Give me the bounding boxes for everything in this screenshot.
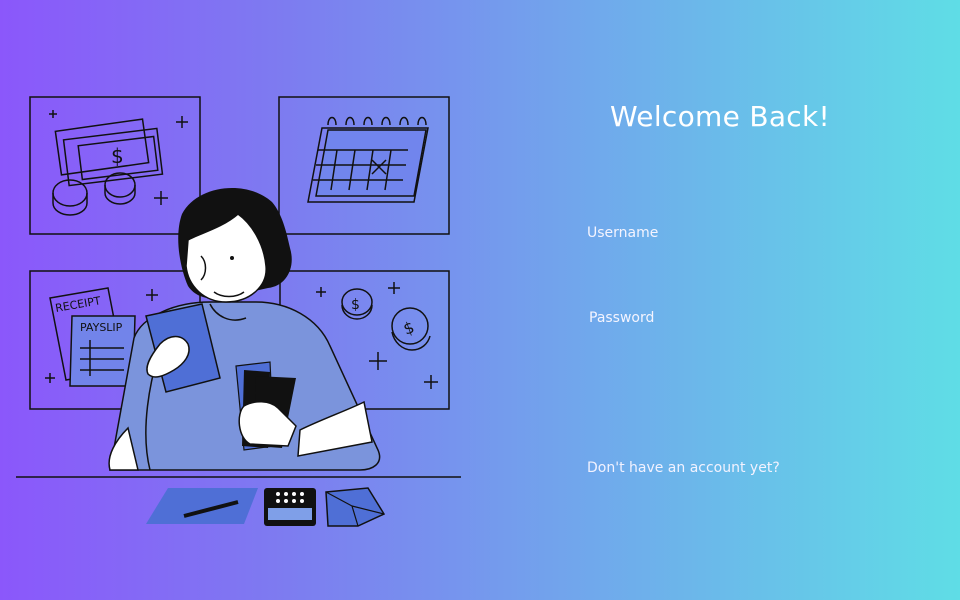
person <box>108 188 381 471</box>
money-panel: $ <box>29 96 201 235</box>
welcome-title: Welcome Back! <box>609 100 831 133</box>
dollar-icon: $ <box>111 144 124 168</box>
password-input[interactable] <box>586 333 870 363</box>
svg-text:$: $ <box>351 297 360 313</box>
receipt-text: RECEIPT <box>54 294 102 315</box>
password-label: Password <box>589 310 655 326</box>
payslip-text: PAYSLIP <box>80 321 123 334</box>
desk <box>16 476 461 527</box>
finance-illustration: $ RECEIPT PAYSLIP $ $ <box>16 96 461 527</box>
username-label: Username <box>587 225 659 241</box>
svg-text:$: $ <box>401 317 417 338</box>
signup-link[interactable]: Don't have an account yet? <box>587 460 780 476</box>
calendar-panel <box>278 96 450 235</box>
username-input[interactable] <box>586 248 870 278</box>
